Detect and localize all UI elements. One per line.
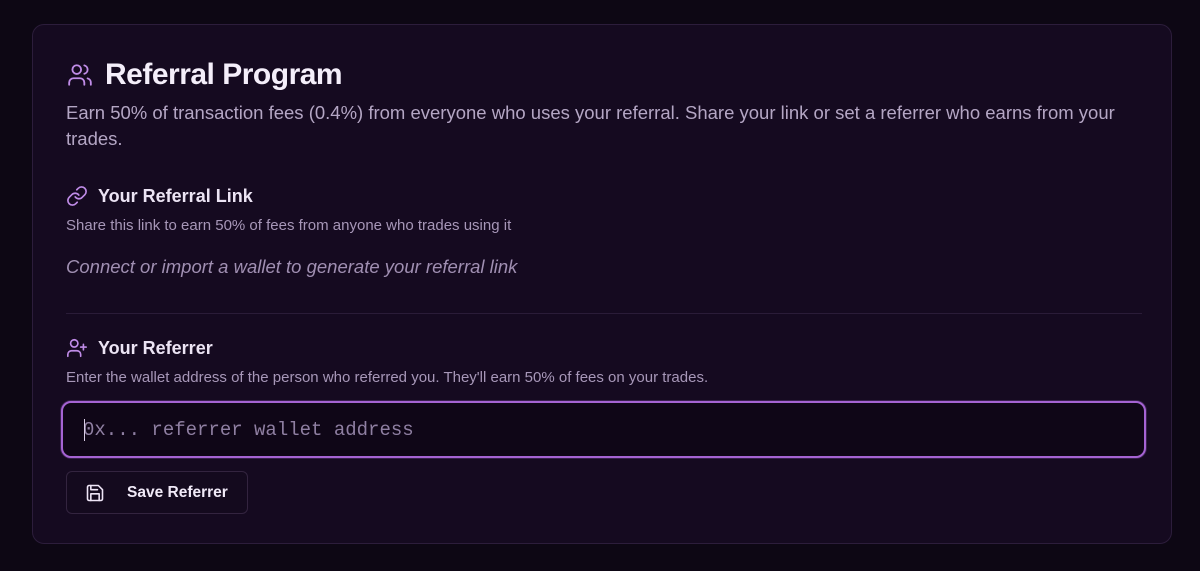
- referral-card: Referral Program Earn 50% of transaction…: [32, 24, 1172, 544]
- referral-link-header: Your Referral Link: [66, 185, 253, 207]
- text-cursor: [84, 419, 85, 441]
- referral-description: Earn 50% of transaction fees (0.4%) from…: [66, 102, 1115, 149]
- referral-link-subtitle: Share this link to earn 50% of fees from…: [66, 217, 512, 234]
- link-icon: [66, 185, 88, 207]
- user-plus-icon: [66, 337, 88, 359]
- referrer-header: Your Referrer: [66, 337, 213, 359]
- referrer-subtitle: Enter the wallet address of the person w…: [66, 369, 709, 386]
- referrer-title: Your Referrer: [98, 337, 213, 358]
- page-title: Referral Program: [105, 58, 343, 91]
- referral-link-title: Your Referral Link: [98, 185, 253, 206]
- referrer-input-wrapper: [61, 401, 1146, 458]
- referrer-address-input[interactable]: [63, 403, 1144, 456]
- referral-link-empty-message: Connect or import a wallet to generate y…: [66, 256, 518, 277]
- save-referrer-button[interactable]: Save Referrer: [66, 471, 248, 514]
- referral-header: Referral Program: [67, 58, 343, 92]
- save-referrer-label: Save Referrer: [127, 483, 228, 501]
- section-divider: [66, 313, 1142, 314]
- users-icon: [67, 62, 93, 88]
- save-icon: [85, 483, 105, 503]
